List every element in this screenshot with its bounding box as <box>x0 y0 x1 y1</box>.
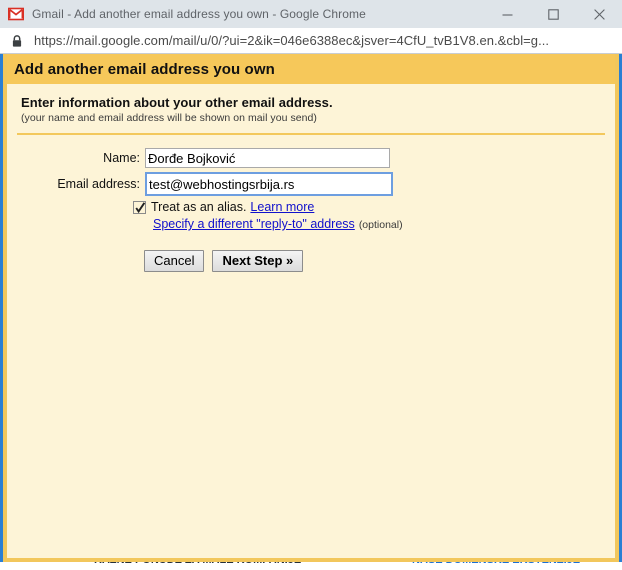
chrome-window: Gmail - Add another email address you ow… <box>0 0 622 570</box>
name-label: Name: <box>103 151 140 165</box>
divider <box>17 133 605 135</box>
title-bar: Gmail - Add another email address you ow… <box>0 0 622 28</box>
next-step-button[interactable]: Next Step » <box>212 250 304 272</box>
reply-to-optional-label: (optional) <box>358 219 403 231</box>
close-icon[interactable] <box>576 0 622 28</box>
address-bar[interactable]: https://mail.google.com/mail/u/0/?ui=2&i… <box>0 28 622 54</box>
reply-to-row: Specify a different "reply-to" address (… <box>153 217 615 231</box>
window-controls <box>484 0 622 28</box>
gmail-dialog-page: Add another email address you own Enter … <box>3 54 619 562</box>
url-text: https://mail.google.com/mail/u/0/?ui=2&i… <box>34 33 550 48</box>
page-title: Add another email address you own <box>14 60 275 78</box>
dialog-content: Enter information about your other email… <box>7 84 615 272</box>
alias-checkbox[interactable] <box>133 200 146 214</box>
lock-icon <box>10 34 24 48</box>
clipped-background-strip: RAZNE PONUDE ZA MALE KOMPANIJE NASE DOME… <box>0 562 622 570</box>
maximize-icon[interactable] <box>530 0 576 28</box>
page-viewport: Add another email address you own Enter … <box>0 54 622 570</box>
name-row: Name: <box>7 148 615 168</box>
email-form: Name: Email address: Treat as a <box>7 148 615 272</box>
learn-more-link[interactable]: Learn more <box>250 200 314 214</box>
reply-to-link[interactable]: Specify a different "reply-to" address <box>153 217 355 231</box>
alias-row: Treat as an alias. Learn more <box>133 200 615 214</box>
email-row: Email address: <box>7 172 615 196</box>
button-row: Cancel Next Step » <box>144 250 615 272</box>
name-input[interactable] <box>145 148 390 168</box>
clipped-text-left: RAZNE PONUDE ZA MALE KOMPANIJE <box>94 562 301 566</box>
dialog-header: Add another email address you own <box>7 54 615 84</box>
email-input[interactable] <box>145 172 393 196</box>
clipped-text-right: NASE DOMENSKE EKSTENZIJE <box>412 562 580 566</box>
email-label: Email address: <box>57 177 140 191</box>
alias-label: Treat as an alias. <box>151 200 247 214</box>
gmail-icon <box>7 6 25 22</box>
window-title: Gmail - Add another email address you ow… <box>32 7 366 21</box>
cancel-button[interactable]: Cancel <box>144 250 205 272</box>
lead-subtext: (your name and email address will be sho… <box>21 112 317 124</box>
lead-heading: Enter information about your other email… <box>21 95 333 110</box>
minimize-icon[interactable] <box>484 0 530 28</box>
